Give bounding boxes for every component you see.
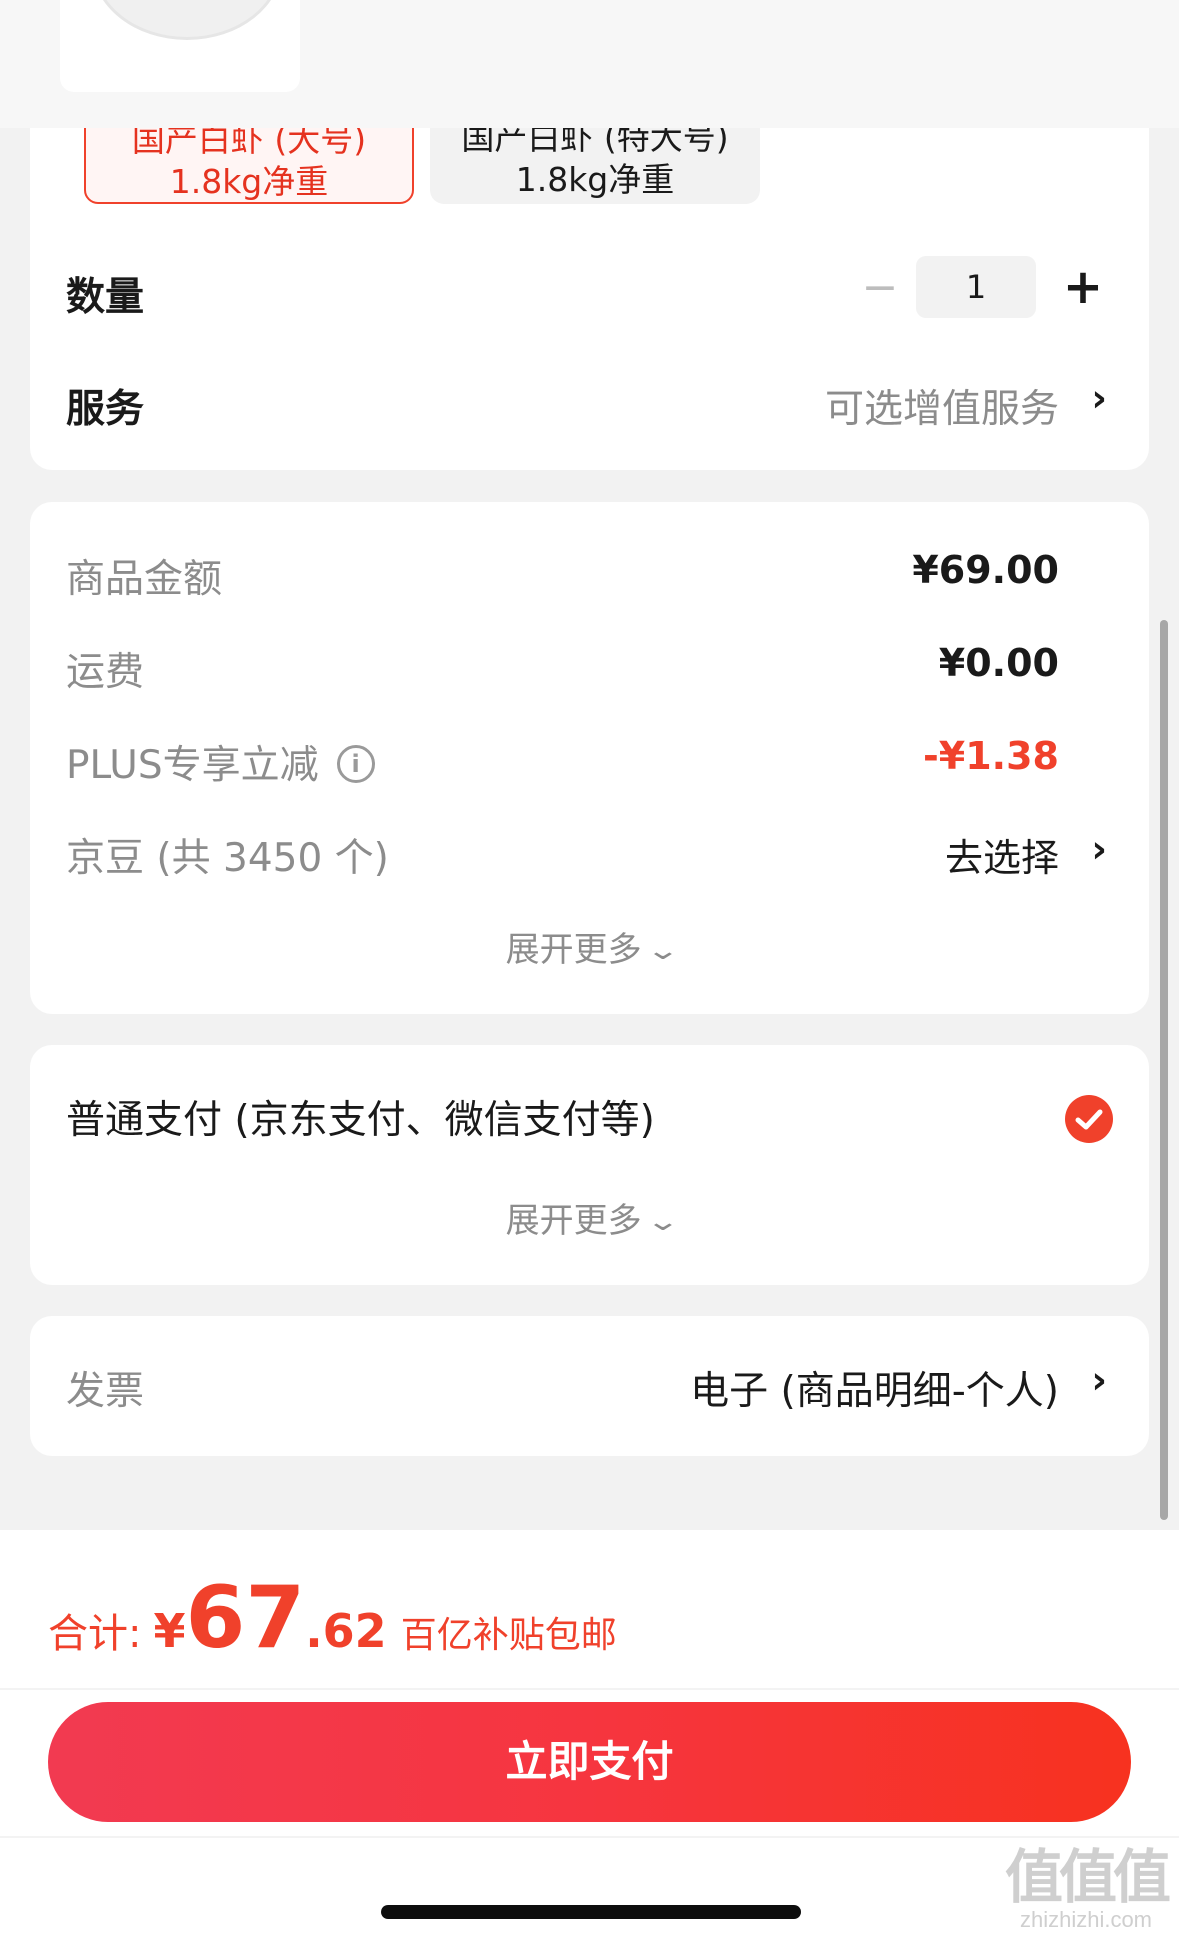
spec-weight: 1.8kg净重 [515,160,675,199]
chevron-right-icon: › [1091,1358,1107,1402]
product-header [0,0,1179,128]
price-row-jingdou[interactable]: 京豆 (共 3450 个) 去选择 › [30,815,1149,885]
jingdou-label: 京豆 (共 3450 个) [66,836,389,881]
increase-quantity-button[interactable]: + [1056,260,1110,314]
service-value: 可选增值服务 [824,387,1059,432]
chevron-down-icon: ⌄ [645,1207,680,1237]
info-icon[interactable]: i [336,744,375,783]
plate-image [92,0,282,40]
total-amount: 合计: ¥67.62 百亿补贴包邮 [48,1568,617,1668]
shipping-value: ¥0.00 [938,641,1059,685]
spec-option-extra-large[interactable]: 国产白虾 (特大号) 1.8kg净重 [430,128,760,204]
invoice-card[interactable]: 发票 电子 (商品明细-个人) › [30,1316,1149,1456]
price-row-shipping: 运费 ¥0.00 [30,629,1149,699]
total-decimal: .62 [305,1604,387,1658]
total-label: 合计: [48,1611,142,1657]
checkout-page: 国产白虾 (大号) 1.8kg净重 国产白虾 (特大号) 1.8kg净重 数量 … [0,0,1179,1941]
home-indicator[interactable] [381,1905,801,1919]
shipping-label: 运费 [66,650,145,695]
chevron-right-icon: › [1091,376,1107,420]
plus-discount-value: -¥1.38 [923,734,1059,778]
quantity-label: 数量 [66,275,145,320]
service-label: 服务 [66,387,145,432]
price-row-goods: 商品金额 ¥69.00 [30,536,1149,606]
plus-discount-label: PLUS专享立减 [66,743,319,788]
product-thumbnail[interactable] [60,0,300,92]
subsidy-note: 百亿补贴包邮 [400,1615,617,1656]
checkmark-icon[interactable] [1065,1095,1113,1143]
divider [0,1836,1179,1838]
price-row-plus-discount: PLUS专享立减 i -¥1.38 [30,722,1149,792]
checkout-bar: 合计: ¥67.62 百亿补贴包邮 立即支付 值值值 zhizhizhi.com [0,1530,1179,1941]
scrollbar[interactable] [1160,620,1168,1520]
currency-symbol: ¥ [153,1604,186,1658]
divider [0,1688,1179,1690]
expand-more-button[interactable]: 展开更多 ⌄ [30,1193,1149,1242]
watermark-logo: 值值值 [1004,1843,1171,1911]
expand-more-button[interactable]: 展开更多 ⌄ [30,922,1149,971]
total-integer: 67 [185,1568,306,1668]
watermark-text: zhizhizhi.com [1019,1907,1153,1932]
chevron-right-icon: › [1091,827,1107,871]
goods-amount-value: ¥69.00 [912,548,1059,592]
service-row[interactable]: 服务 可选增值服务 › [30,360,1149,440]
invoice-value: 电子 (商品明细-个人) [690,1369,1059,1414]
goods-amount-label: 商品金额 [66,557,223,602]
plus-discount-label-wrap: PLUS专享立减 i [66,734,375,790]
decrease-quantity-button[interactable]: − [858,266,902,310]
quantity-row: 数量 − 1 + [30,248,1149,328]
pay-now-button[interactable]: 立即支付 [48,1702,1131,1822]
expand-more-label: 展开更多 [505,1201,642,1241]
payment-card: 普通支付 (京东支付、微信支付等) 展开更多 ⌄ [30,1045,1149,1285]
spec-options: 国产白虾 (大号) 1.8kg净重 国产白虾 (特大号) 1.8kg净重 [30,128,1149,228]
spec-weight: 1.8kg净重 [169,162,329,201]
price-card: 商品金额 ¥69.00 运费 ¥0.00 PLUS专享立减 i -¥1.38 京豆… [30,502,1149,1014]
spec-option-large[interactable]: 国产白虾 (大号) 1.8kg净重 [84,128,414,204]
chevron-down-icon: ⌄ [645,936,680,966]
invoice-label: 发票 [66,1369,145,1414]
expand-more-label: 展开更多 [505,930,642,970]
spec-title: 国产白虾 (大号) [131,128,367,159]
jingdou-select: 去选择 [944,836,1059,880]
payment-method-label[interactable]: 普通支付 (京东支付、微信支付等) [66,1089,655,1145]
watermark: 值值值 zhizhizhi.com [1004,1843,1171,1933]
quantity-input[interactable]: 1 [916,256,1036,318]
spec-title: 国产白虾 (特大号) [461,128,729,157]
